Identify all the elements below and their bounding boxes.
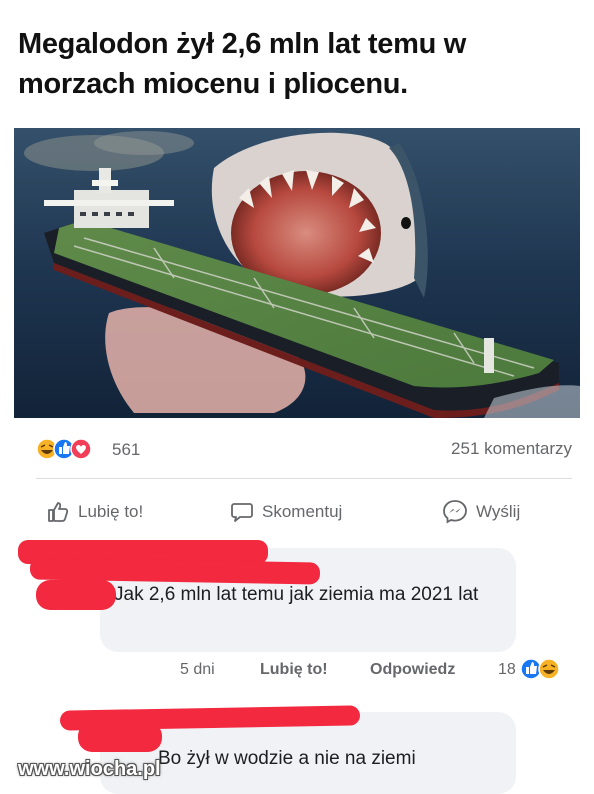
like-button-label: Lubię to! (78, 502, 144, 521)
comment-text: Bo żył w wodzie a nie na ziemi (158, 748, 416, 769)
thumbs-up-icon (48, 502, 69, 522)
post-stats: 561 251 komentarzy (36, 436, 572, 464)
comment-bubble-icon (231, 503, 253, 522)
redacted-avatar (78, 722, 162, 752)
divider (36, 478, 572, 479)
comment-reaction-icons[interactable] (520, 658, 562, 680)
like-reaction-icon (520, 658, 542, 680)
comment-text: Jak 2,6 mln lat temu jak ziemia ma 2021 … (114, 584, 479, 605)
comment-reactions-count[interactable]: 18 (498, 661, 516, 679)
comment-reply-button[interactable]: Odpowiedz (370, 661, 455, 679)
reaction-icons[interactable] (36, 438, 108, 460)
comment-meta: 5 dni Lubię to! Odpowiedz 18 (180, 658, 580, 684)
messenger-icon (443, 500, 467, 524)
comments-count[interactable]: 251 komentarzy (451, 439, 572, 459)
megalodon-ship-image (14, 128, 580, 418)
post-title: Megalodon żył 2,6 mln lat temu w morzach… (18, 28, 467, 100)
share-button-label: Wyślij (476, 502, 521, 521)
haha-reaction-icon (538, 658, 560, 680)
watermark: www.wiocha.pl (18, 758, 161, 780)
like-button[interactable]: Lubię to! (46, 494, 143, 530)
comment-button-label: Skomentuj (262, 502, 343, 521)
reactions-count[interactable]: 561 (112, 440, 140, 460)
love-reaction-icon (70, 438, 92, 460)
comment-time[interactable]: 5 dni (180, 661, 215, 679)
redacted-avatar (36, 580, 116, 610)
post-actions-bar: Lubię to! Skomentuj Wyślij (36, 494, 572, 530)
comment-button[interactable]: Skomentuj (230, 494, 342, 530)
comment-like-button[interactable]: Lubię to! (260, 661, 328, 679)
share-button[interactable]: Wyślij (442, 494, 520, 530)
post-image[interactable] (14, 128, 580, 418)
